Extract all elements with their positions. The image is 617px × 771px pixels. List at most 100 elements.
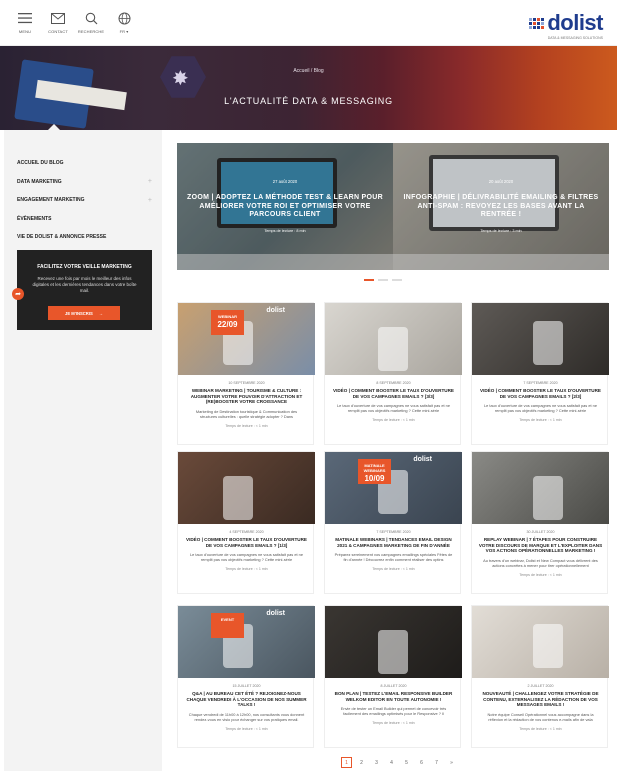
subscribe-button[interactable]: JE M'INSCRIS → [48,306,120,320]
expand-plus-icon[interactable]: + [148,178,152,185]
tag-type: WEBINAR [217,314,238,319]
article-date: 30 JUILLET 2020 [526,530,555,534]
featured-slider[interactable]: 27 août 2020 ZOOM | ADOPTEZ LA MÉTHODE T… [177,143,609,270]
article-image[interactable]: EVENT dolist [178,606,315,678]
sidebar-item-accueil[interactable]: ACCUEIL DU BLOG [17,154,152,173]
article-date: 10 SEPTEMBRE 2020 [228,381,265,385]
article-card[interactable]: WEBINAR 22/09 dolist 10 SEPTEMBRE 2020 WEBIN… [177,302,315,445]
article-card[interactable]: MATINALE WEBINARS 10/09 dolist 7 SEPTEMBRE … [324,451,462,594]
pagination-page[interactable]: 5 [401,757,412,768]
article-image[interactable] [325,303,462,375]
article-image[interactable]: MATINALE WEBINARS 10/09 dolist [325,452,462,524]
pagination-next[interactable]: » [446,757,457,768]
pagination-page[interactable]: 4 [386,757,397,768]
sidebar-item-vie-de-dolist[interactable]: VIE DE DOLIST & ANNONCE PRESSE [17,228,152,247]
article-title[interactable]: WEBINAR MARKETING | TOURISME & CULTURE :… [183,388,310,405]
article-read-time: Temps de lecture : < 1 min [225,567,268,572]
article-read-time: Temps de lecture : < 1 min [225,726,268,731]
article-card[interactable]: 7 SEPTEMBRE 2020 VIDÉO | COMMENT BOOSTER … [471,302,609,445]
slider-dot[interactable] [364,279,374,281]
article-excerpt: Envie de tester un Email Builder qui per… [340,706,447,717]
article-excerpt: Préparez sereinement vos campagnes email… [334,552,453,563]
arrow-right-icon: → [98,310,103,316]
article-card[interactable]: 30 JUILLET 2020 REPLAY WEBINAR | 7 ÉTAPES… [471,451,609,594]
article-title[interactable]: BON PLAN | TESTEZ L'EMAIL RESPONSIVE BUI… [330,691,457,702]
article-card[interactable]: 4 SEPTEMBRE 2020 VIDÉO | COMMENT BOOSTER … [177,451,315,594]
contact-button[interactable]: CONTACT [47,10,69,34]
article-title[interactable]: VIDÉO | COMMENT BOOSTER LE TAUX D'OUVERT… [330,388,457,399]
pagination-page[interactable]: 7 [431,757,442,768]
slider-dot[interactable] [392,279,402,281]
article-date: 4 SEPTEMBRE 2020 [229,530,264,534]
article-card[interactable]: EVENT dolist 15 JUILLET 2020 Q&A | AU BUREA… [177,605,315,748]
share-icon[interactable]: ➦ [12,288,24,300]
page-title: L'ACTUALITÉ DATA & MESSAGING [224,96,393,106]
article-image[interactable] [325,606,462,678]
pagination-page[interactable]: 3 [371,757,382,768]
article-card[interactable]: 8 JUILLET 2020 BON PLAN | TESTEZ L'EMAIL … [324,605,462,748]
article-image[interactable] [472,606,609,678]
article-title[interactable]: VIDÉO | COMMENT BOOSTER LE TAUX D'OUVERT… [477,388,604,399]
search-label: RECHERCHE [77,29,105,34]
article-date: 15 JUILLET 2020 [232,684,261,688]
sidebar-item-data-marketing[interactable]: DATA MARKETING + [17,173,152,192]
sidebar-item-label: ACCUEIL DU BLOG [17,160,64,167]
search-icon [83,10,99,26]
article-title[interactable]: NOUVEAUTÉ | CHALLENGEZ VOTRE STRATÉGIE D… [477,691,604,708]
dolist-logo[interactable]: dolist DATA & MESSAGING SOLUTIONS [529,12,603,40]
menu-button[interactable]: MENU [14,10,36,34]
article-title[interactable]: Q&A | AU BUREAU CET ÉTÉ ? REJOIGNEZ-NOUS… [183,691,310,708]
brand-watermark: dolist [413,456,432,463]
slider-dot[interactable] [378,279,388,281]
language-selector[interactable]: FR ▾ [113,10,135,34]
article-image[interactable] [472,303,609,375]
header-nav: MENU CONTACT RECHERCHE FR ▾ [14,10,135,34]
event-tag: EVENT [211,613,244,638]
article-title[interactable]: MATINALE WEBINARS | TENDANCES EMAIL DESI… [330,537,457,548]
newsletter-title: FACILITEZ VOTRE VEILLE MARKETING [37,264,132,270]
breadcrumb[interactable]: Accueil / Blog [0,68,617,74]
slide[interactable]: 20 août 2020 INFOGRAPHIE | DÉLIVRABILITÉ… [393,143,609,270]
article-excerpt: Chaque vendredi de 11h00 à 12h00, nos co… [188,711,305,722]
slide-title[interactable]: ZOOM | ADOPTEZ LA MÉTHODE TEST & LEARN P… [185,194,385,220]
article-date: 7 SEPTEMBRE 2020 [376,530,411,534]
category-menu: ACCUEIL DU BLOG DATA MARKETING + ENGAGEME… [17,154,152,247]
mail-icon [50,10,66,26]
sidebar-item-engagement-marketing[interactable]: ENGAGEMENT MARKETING + [17,191,152,210]
sidebar: ACCUEIL DU BLOG DATA MARKETING + ENGAGEME… [4,130,162,771]
sidebar-item-label: VIE DE DOLIST & ANNONCE PRESSE [17,234,107,241]
article-excerpt: Le taux d'ouverture de vos campagnes ne … [484,403,597,414]
logo-mark-icon [529,17,545,29]
tag-date: 22/09 [217,320,238,329]
pagination-page[interactable]: 1 [341,757,352,768]
menu-label: MENU [18,29,32,34]
slide[interactable]: 27 août 2020 ZOOM | ADOPTEZ LA MÉTHODE T… [177,143,393,270]
slide-read-time: Temps de lecture : 8 min [264,229,306,233]
article-card[interactable]: 2 JUILLET 2020 NOUVEAUTÉ | CHALLENGEZ VOT… [471,605,609,748]
article-excerpt: Marketing de Destination touristique & C… [195,408,298,419]
article-image[interactable]: WEBINAR 22/09 dolist [178,303,315,375]
article-date: 7 SEPTEMBRE 2020 [523,381,558,385]
article-read-time: Temps de lecture : < 1 min [519,572,562,577]
article-title[interactable]: VIDÉO | COMMENT BOOSTER LE TAUX D'OUVERT… [183,537,310,548]
pagination-page[interactable]: 6 [416,757,427,768]
subscribe-label: JE M'INSCRIS [65,310,93,316]
article-title[interactable]: REPLAY WEBINAR | 7 ÉTAPES POUR CONSTRUIR… [477,537,604,554]
brand-watermark: dolist [266,307,285,314]
tag-type: MATINALE WEBINARS [363,463,386,473]
article-image[interactable] [472,452,609,524]
article-excerpt: Le taux d'ouverture de vos campagnes ne … [337,403,450,414]
slider-dots [364,279,402,281]
article-image[interactable] [178,452,315,524]
expand-plus-icon[interactable]: + [148,197,152,204]
search-button[interactable]: RECHERCHE [77,10,105,34]
slide-title[interactable]: INFOGRAPHIE | DÉLIVRABILITÉ EMAILING & F… [401,194,601,220]
article-read-time: Temps de lecture : < 1 min [519,418,562,423]
globe-icon [116,10,132,26]
pagination: 1 2 3 4 5 6 7 » [341,757,457,768]
pagination-page[interactable]: 2 [356,757,367,768]
article-card[interactable]: 8 SEPTEMBRE 2020 VIDÉO | COMMENT BOOSTER … [324,302,462,445]
sidebar-item-evenements[interactable]: ÉVÈNEMENTS [17,210,152,229]
article-read-time: Temps de lecture : < 1 min [372,567,415,572]
event-tag: MATINALE WEBINARS 10/09 [358,459,391,484]
